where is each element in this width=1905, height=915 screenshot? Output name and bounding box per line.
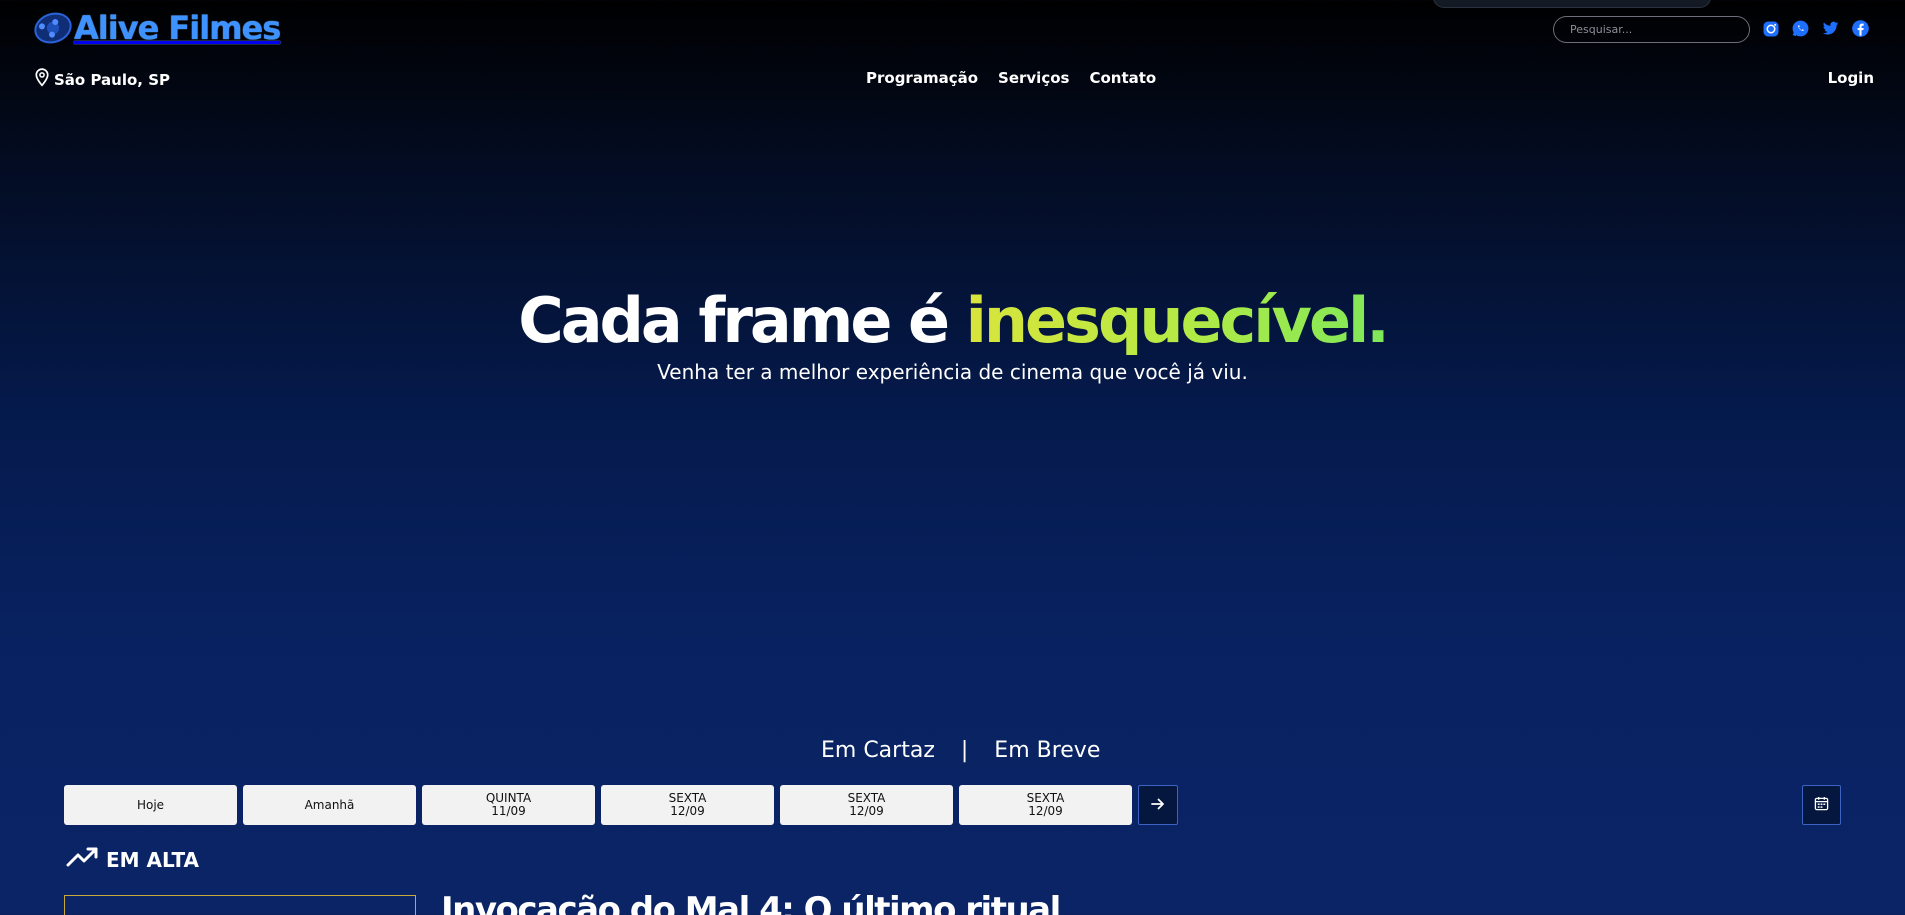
search-input[interactable]: [1553, 16, 1750, 43]
trending-heading: EM ALTA: [66, 846, 199, 873]
nav-contato[interactable]: Contato: [1089, 69, 1156, 87]
nav-programacao[interactable]: Programação: [866, 69, 978, 87]
featured-movie-title[interactable]: Invocação do Mal 4: O último ritual: [441, 890, 1061, 915]
social-links: [1761, 19, 1870, 38]
date-button[interactable]: SEXTA 12/09: [601, 785, 774, 825]
featured-movie-poster[interactable]: [64, 895, 416, 915]
date-day: 12/09: [1028, 804, 1063, 818]
login-link[interactable]: Login: [1828, 69, 1874, 87]
date-button-hoje[interactable]: Hoje: [64, 785, 237, 825]
main-nav: Programação Serviços Contato: [866, 69, 1156, 87]
nav-servicos[interactable]: Serviços: [998, 69, 1069, 87]
logo-text: Alive Filmes: [74, 9, 281, 47]
hero-title: Cada frame é inesquecível.: [0, 285, 1905, 357]
trending-up-icon: [66, 846, 100, 873]
top-overlay-pill: [1433, 0, 1711, 8]
location-label: São Paulo, SP: [54, 70, 171, 89]
film-reel-icon: [30, 7, 76, 49]
facebook-icon[interactable]: [1851, 19, 1870, 38]
date-button[interactable]: QUINTA 11/09: [422, 785, 595, 825]
tab-em-breve[interactable]: Em Breve: [994, 738, 1100, 763]
top-bar: Alive Filmes São Paulo, SP Programação S…: [0, 0, 1905, 110]
date-button[interactable]: SEXTA 12/09: [780, 785, 953, 825]
hero-subtitle: Venha ter a melhor experiência de cinema…: [657, 360, 1248, 384]
arrow-right-icon: [1150, 796, 1166, 815]
twitter-icon[interactable]: [1821, 19, 1840, 38]
date-selector: Hoje Amanhã QUINTA 11/09 SEXTA 12/09 SEX…: [64, 785, 1178, 825]
calendar-button[interactable]: [1802, 785, 1841, 825]
date-button-amanha[interactable]: Amanhã: [243, 785, 416, 825]
tab-separator: |: [960, 738, 969, 763]
whatsapp-icon[interactable]: [1791, 19, 1810, 38]
date-line1: Amanhã: [304, 797, 355, 812]
trending-label: EM ALTA: [106, 847, 200, 872]
map-pin-icon: [34, 68, 50, 91]
tab-em-cartaz[interactable]: Em Cartaz: [821, 738, 935, 763]
hero-title-start: Cada frame é: [518, 284, 966, 357]
hero-title-accent: inesquecível.: [965, 284, 1390, 357]
location[interactable]: São Paulo, SP: [34, 68, 170, 91]
movie-tabs: Em Cartaz | Em Breve: [821, 738, 1100, 763]
logo[interactable]: Alive Filmes: [30, 7, 281, 49]
date-day: 11/09: [491, 804, 526, 818]
instagram-icon[interactable]: [1761, 19, 1780, 38]
date-day: 12/09: [670, 804, 705, 818]
date-line1: Hoje: [136, 797, 165, 812]
calendar-icon: [1814, 796, 1829, 814]
date-day: 12/09: [849, 804, 884, 818]
date-button[interactable]: SEXTA 12/09: [959, 785, 1132, 825]
next-dates-button[interactable]: [1138, 785, 1178, 825]
